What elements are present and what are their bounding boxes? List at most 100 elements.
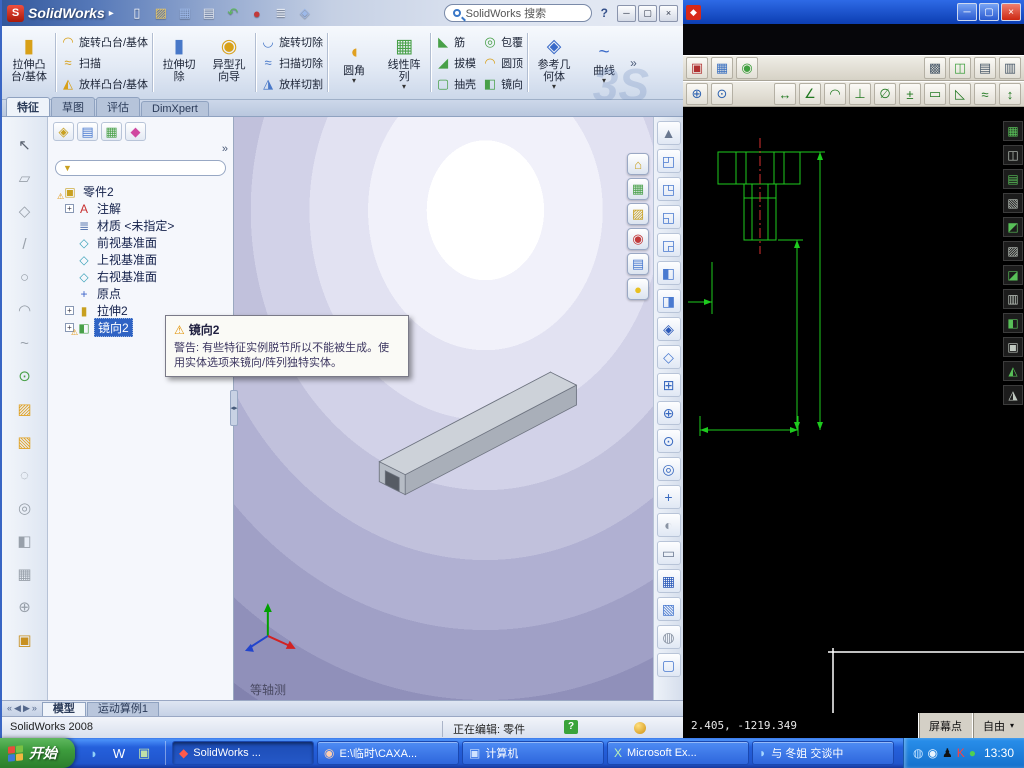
feature-tree-item[interactable]: ≣ 材质 <未指定> xyxy=(51,217,233,234)
task-computer[interactable]: ▣ 计算机 xyxy=(462,741,604,765)
zoom-in-out-icon[interactable]: ⊕ xyxy=(656,401,681,425)
mirror-sketch-icon[interactable]: ◧ xyxy=(13,529,37,553)
section-icon[interactable]: ▦ xyxy=(656,569,681,593)
snap-mode-button[interactable]: 屏幕点 xyxy=(917,713,972,738)
view-top-icon[interactable]: ◧ xyxy=(656,261,681,285)
dim-arc-icon[interactable]: ◠ xyxy=(824,83,846,105)
show-desktop-icon[interactable]: ▣ xyxy=(133,742,155,764)
caxa-drawing-area[interactable]: ▦ ◫ ▤ ▧ ◩ ▨ ◪ ▥ ◧ ▣ ◭ ◮ xyxy=(683,107,1024,713)
hole-wizard-button[interactable]: ◉ 异型孔 向导 xyxy=(204,28,254,97)
snap-icon[interactable]: ▨ xyxy=(1003,241,1023,261)
scroll-up-icon[interactable]: ▲ xyxy=(656,121,681,145)
pan-icon[interactable]: + xyxy=(656,485,681,509)
ribbon-small-button[interactable]: ◎ 包覆 xyxy=(482,32,523,52)
commandmanager-tab[interactable]: 草图 xyxy=(51,97,95,116)
start-button[interactable]: 开始 xyxy=(0,738,75,768)
print-icon[interactable]: ▣ xyxy=(686,57,708,79)
dim-angle-icon[interactable]: ∠ xyxy=(799,83,821,105)
polar-icon[interactable]: ◪ xyxy=(1003,265,1023,285)
offset-icon[interactable]: ◎ xyxy=(13,496,37,520)
print-icon[interactable]: ▤ xyxy=(198,3,220,23)
dim-leader-icon[interactable]: ↕ xyxy=(999,83,1021,105)
configurationmanager-tab-icon[interactable]: ▦ xyxy=(101,122,122,141)
zoom-window-icon[interactable]: ⊞ xyxy=(656,373,681,397)
dimstyle-icon[interactable]: ◮ xyxy=(1003,385,1023,405)
ribbon-small-button[interactable]: ◠ 圆顶 xyxy=(482,53,523,73)
display-style-icon[interactable]: ▤ xyxy=(627,253,649,275)
tree-expander-icon[interactable]: + xyxy=(65,204,74,213)
pattern-icon[interactable]: ▦ xyxy=(13,562,37,586)
ribbon-small-button[interactable]: ◮ 放样切割 xyxy=(260,74,323,94)
view-normal-icon[interactable]: ◇ xyxy=(656,345,681,369)
antivirus-icon[interactable]: K xyxy=(957,746,965,760)
tree-filter-input[interactable] xyxy=(75,162,218,174)
zoom-fit-icon[interactable]: ▦ xyxy=(627,178,649,200)
folder-icon[interactable]: ▨ xyxy=(13,397,37,421)
extrude-boss-base-button[interactable]: ▮ 拉伸凸 台/基体 xyxy=(4,28,54,97)
view-back-icon[interactable]: ◳ xyxy=(656,177,681,201)
browser-icon[interactable]: ◗ xyxy=(83,742,105,764)
word-icon[interactable]: W xyxy=(108,742,130,764)
task-solidworks[interactable]: ◆ SolidWorks ... xyxy=(172,741,314,765)
shadow-icon[interactable]: ● xyxy=(627,278,649,300)
solidworks-titlebar[interactable]: S SolidWorks ▸ ▯ ▨ ▦ ▤ ↶ ● ≣ ◈ SolidWork… xyxy=(2,0,683,26)
feature-tree-item[interactable]: ◇ 上视基准面 xyxy=(51,251,233,268)
tree-filter-box[interactable]: ▼ xyxy=(55,160,226,176)
dim-chamfer-icon[interactable]: ◺ xyxy=(949,83,971,105)
zoom-out-icon[interactable]: ⊙ xyxy=(711,83,733,105)
maximize-button[interactable]: ▢ xyxy=(638,4,657,22)
ribbon-small-button[interactable]: ◢ 拔模 xyxy=(435,53,476,73)
select-icon[interactable]: ● xyxy=(246,3,268,23)
caxa-titlebar[interactable]: ◆ ─ ▢ × xyxy=(683,0,1024,24)
camera-icon[interactable]: ▧ xyxy=(656,597,681,621)
spline-icon[interactable]: ~ xyxy=(13,331,37,355)
restore-button[interactable]: ▢ xyxy=(979,3,999,21)
ortho-icon[interactable]: ▤ xyxy=(1003,169,1023,189)
move-icon[interactable]: ⊕ xyxy=(13,595,37,619)
panel-splitter[interactable]: ◂▸ xyxy=(230,390,238,426)
rebuild-icon[interactable]: ◈ xyxy=(294,3,316,23)
minimize-button[interactable]: ─ xyxy=(957,3,977,21)
qq-icon[interactable]: ♟ xyxy=(942,746,953,760)
units-icon[interactable]: ◧ xyxy=(1003,313,1023,333)
new-document-icon[interactable]: ▯ xyxy=(126,3,148,23)
search-box[interactable] xyxy=(443,4,592,22)
point-icon[interactable]: ⊙ xyxy=(13,364,37,388)
dim-box-icon[interactable]: ▭ xyxy=(924,83,946,105)
undo-icon[interactable]: ↶ xyxy=(222,3,244,23)
arc-icon[interactable]: ◠ xyxy=(13,298,37,322)
tree-expander-icon[interactable]: + xyxy=(65,306,74,315)
block-icon[interactable]: ▣ xyxy=(13,628,37,652)
view-right-icon[interactable]: ◲ xyxy=(656,233,681,257)
ribbon-overflow-chevron[interactable]: » xyxy=(630,56,637,70)
dim-roughness-icon[interactable]: ≈ xyxy=(974,83,996,105)
feature-tree-item[interactable]: + 原点 xyxy=(51,285,233,302)
search-input[interactable] xyxy=(465,7,574,19)
osnap-icon[interactable]: ◭ xyxy=(1003,361,1023,381)
feature-tree-item[interactable]: ◇ 前视基准面 xyxy=(51,234,233,251)
ribbon-small-button[interactable]: ◠ 旋转凸台/基体 xyxy=(60,32,148,52)
minimize-button[interactable]: ─ xyxy=(617,4,636,22)
tracking-icon[interactable]: ▥ xyxy=(1003,289,1023,309)
tab-scroll-icon[interactable]: » xyxy=(32,703,37,714)
tab-scroll-icon[interactable]: « xyxy=(7,703,12,714)
curves-button[interactable]: ~ 曲线 ▾ xyxy=(579,28,629,97)
feature-tree-item[interactable]: ◇ 右视基准面 xyxy=(51,268,233,285)
task-qq-chat[interactable]: ◗ 与 冬姐 交谈中 xyxy=(752,741,894,765)
featuremanager-tab-icon[interactable]: ◈ xyxy=(53,122,74,141)
folder-open-icon[interactable]: ▧ xyxy=(13,430,37,454)
tab-scroll-icon[interactable]: ▶ xyxy=(23,703,30,714)
dim-tolerance-icon[interactable]: ± xyxy=(899,83,921,105)
study-tab[interactable]: 运动算例1 xyxy=(86,701,159,716)
zoom-in-icon[interactable]: ⊕ xyxy=(686,83,708,105)
ribbon-small-button[interactable]: ◧ 镜向 xyxy=(482,74,523,94)
grid-toggle-icon[interactable]: ◫ xyxy=(1003,145,1023,165)
rotate-view-icon[interactable]: ◎ xyxy=(656,457,681,481)
network-icon[interactable]: ◍ xyxy=(913,746,923,760)
zoom-area-icon[interactable]: ⊙ xyxy=(656,429,681,453)
view-left-icon[interactable]: ◱ xyxy=(656,205,681,229)
fillet-button[interactable]: ◖ 圆角 ▾ xyxy=(329,28,379,97)
line-icon[interactable]: / xyxy=(13,232,37,256)
study-tab[interactable]: 模型 xyxy=(41,701,86,716)
panel-chevron-icon[interactable]: » xyxy=(222,143,228,155)
